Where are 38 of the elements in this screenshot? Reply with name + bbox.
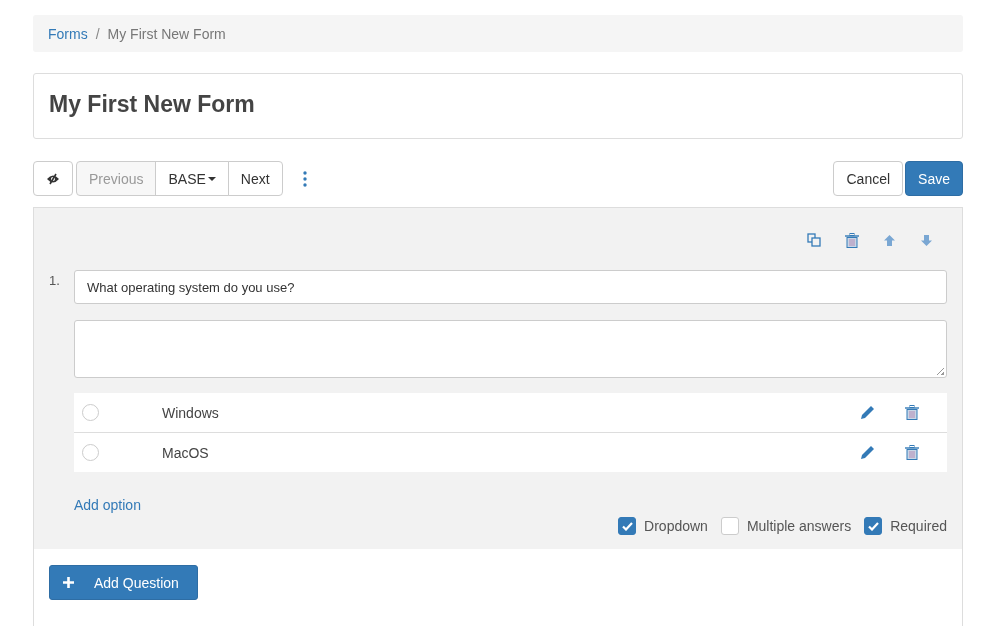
save-button[interactable]: Save [905, 161, 963, 196]
breadcrumb-item[interactable]: Forms [48, 25, 88, 42]
checkbox-label: Required [890, 518, 947, 534]
checkbox[interactable] [618, 517, 637, 535]
trash-icon[interactable] [905, 405, 919, 420]
checkbox-label: Multiple answers [746, 518, 852, 534]
question-input[interactable]: What operating system do you use? [74, 270, 947, 304]
question-number: 1. [49, 272, 61, 290]
plus-icon [63, 577, 74, 588]
checkbox[interactable] [720, 517, 739, 535]
breadcrumb-item: My First New Form [107, 25, 226, 42]
breadcrumb-separator: / [95, 25, 100, 42]
checkbox-label: Dropdown [644, 518, 708, 534]
caret-icon [207, 176, 216, 181]
pencil-icon[interactable] [860, 445, 875, 460]
pencil-icon[interactable] [860, 405, 875, 420]
option-label: MacOS [162, 444, 210, 461]
add-question-button[interactable]: Add Question [49, 565, 198, 600]
add-option-link[interactable]: Add option [74, 497, 141, 513]
copy-icon[interactable] [807, 233, 821, 247]
checkmark-icon [867, 521, 879, 531]
radio-button[interactable] [82, 444, 99, 461]
checkmark-icon [621, 521, 633, 531]
more-vertical-icon[interactable] [302, 170, 307, 187]
eye-slash-icon [46, 172, 60, 185]
radio-button[interactable] [82, 404, 99, 421]
arrow-up-icon[interactable] [883, 233, 896, 247]
resize-grip-icon[interactable] [937, 368, 944, 375]
checkbox[interactable] [864, 517, 883, 535]
trash-icon[interactable] [905, 445, 919, 460]
page-dropdown[interactable]: BASE [155, 161, 229, 196]
arrow-down-icon[interactable] [920, 233, 933, 247]
cancel-button[interactable]: Cancel [833, 161, 904, 196]
option-label: Windows [162, 404, 220, 421]
next-button[interactable]: Next [227, 161, 283, 196]
trash-icon[interactable] [845, 232, 859, 248]
preview-button[interactable] [33, 161, 73, 196]
form-title: My First New Form [49, 90, 255, 118]
